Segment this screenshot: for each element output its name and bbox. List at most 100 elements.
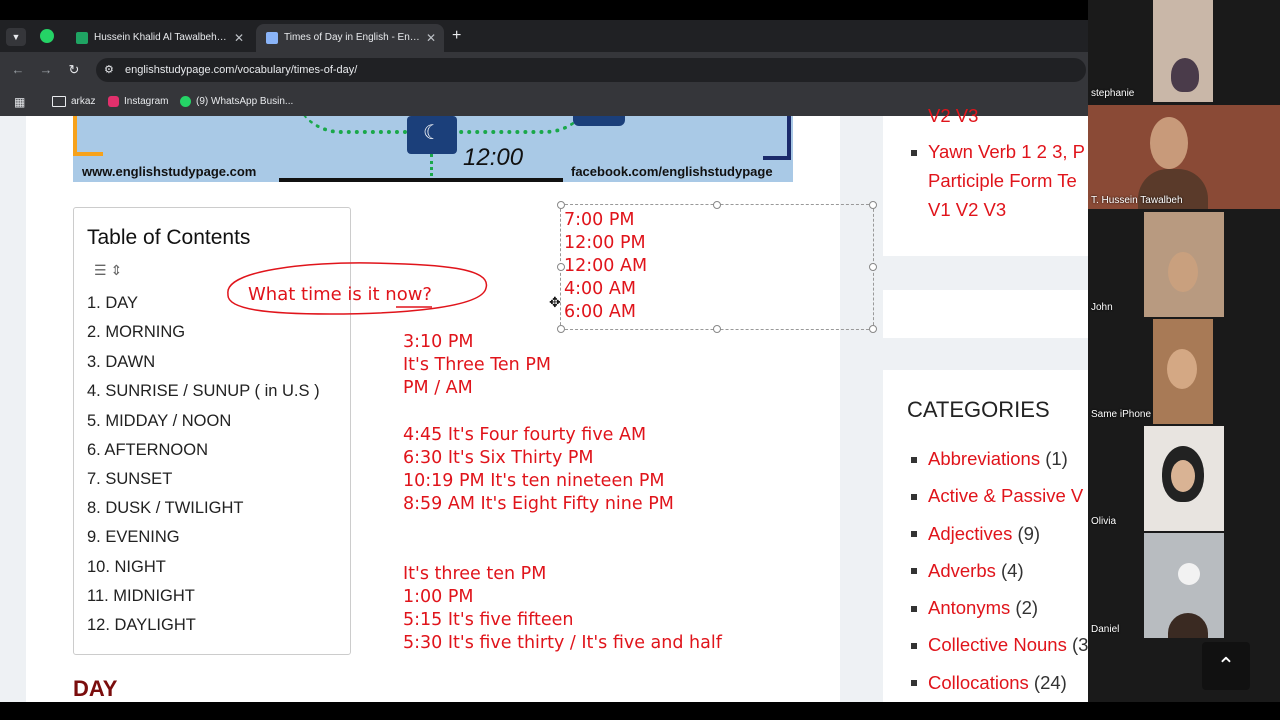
avatar: [1150, 117, 1188, 169]
resize-handle[interactable]: [557, 201, 565, 209]
resize-handle[interactable]: [557, 325, 565, 333]
close-tab-icon[interactable]: ✕: [426, 24, 436, 52]
bookmark-arkaz[interactable]: arkaz: [52, 88, 95, 116]
avatar: [1167, 349, 1197, 389]
resize-handle[interactable]: [713, 201, 721, 209]
banner-facebook: facebook.com/englishstudypage: [571, 164, 773, 179]
participant-tile[interactable]: [1153, 319, 1213, 424]
bullet: [911, 494, 917, 500]
site-info-icon[interactable]: ⚙: [104, 58, 114, 82]
tab-spreadsheet[interactable]: Hussein Khalid Al Tawalbeh - Go ✕: [66, 24, 252, 52]
whatsapp-icon: [180, 95, 191, 107]
resize-handle[interactable]: [869, 263, 877, 271]
participant-tile[interactable]: [1144, 212, 1224, 317]
note-line: PM / AM: [403, 378, 473, 398]
url-text: englishstudypage.com/vocabulary/times-of…: [125, 64, 358, 76]
clock-icon: [573, 116, 625, 126]
new-tab-button[interactable]: +: [452, 27, 461, 45]
participant-tile[interactable]: [1153, 0, 1213, 102]
category-link[interactable]: Active & Passive V: [928, 485, 1083, 507]
back-icon[interactable]: ←: [8, 60, 28, 80]
avatar: [1168, 613, 1208, 638]
sidebar-widget: [883, 290, 1088, 338]
section-heading-day: DAY: [73, 676, 118, 701]
bookmark-instagram[interactable]: Instagram: [108, 88, 168, 116]
toc-item-day[interactable]: 1. DAY: [87, 294, 138, 313]
page-icon: [266, 32, 278, 44]
bullet: [911, 606, 917, 612]
category-link[interactable]: Adjectives (9): [928, 523, 1040, 545]
note-line: 6:30 It's Six Thirty PM: [403, 448, 594, 468]
whatsapp-pinned-tab-icon[interactable]: [40, 29, 54, 43]
box-line: 12:00 AM: [564, 256, 648, 276]
close-tab-icon[interactable]: ✕: [234, 24, 244, 52]
related-link[interactable]: V1 V2 V3: [928, 199, 1006, 221]
category-link[interactable]: Abbreviations (1): [928, 448, 1068, 470]
bottom-bar: [0, 702, 1280, 720]
toc-item-sunrise[interactable]: 4. SUNRISE / SUNUP ( in U.S ): [87, 382, 320, 401]
reload-icon[interactable]: ↻: [64, 60, 84, 80]
toc-item-evening[interactable]: 9. EVENING: [87, 528, 180, 547]
related-link[interactable]: V2 V3: [928, 105, 978, 127]
note-line: 5:15 It's five fifteen: [403, 610, 574, 630]
participant-tile-active[interactable]: [1088, 105, 1280, 209]
box-line: 4:00 AM: [564, 279, 636, 299]
categories-title: CATEGORIES: [907, 397, 1050, 422]
related-link[interactable]: Yawn Verb 1 2 3, P: [928, 141, 1085, 163]
address-bar[interactable]: ⚙ englishstudypage.com/vocabulary/times-…: [96, 58, 1086, 82]
category-link[interactable]: Collective Nouns (3): [928, 634, 1088, 656]
resize-handle[interactable]: [869, 325, 877, 333]
tab-bar: ▼ Hussein Khalid Al Tawalbeh - Go ✕ Time…: [0, 0, 1088, 52]
avatar: [1171, 58, 1199, 92]
bullet: [911, 150, 917, 156]
resize-handle[interactable]: [713, 325, 721, 333]
note-line: 5:30 It's five thirty / It's five and ha…: [403, 633, 722, 653]
folder-icon: [52, 95, 66, 107]
participant-name: T. Hussein Tawalbeh: [1091, 195, 1183, 206]
note-line: It's Three Ten PM: [403, 355, 551, 375]
bullet: [911, 457, 917, 463]
banner-time: 12:00: [463, 144, 524, 171]
bullet: [911, 680, 917, 686]
scroll-to-top-button[interactable]: ⌃: [1202, 642, 1250, 690]
orange-bracket: [73, 116, 103, 156]
bullet: [911, 643, 917, 649]
bullet: [911, 531, 917, 537]
toc-item-morning[interactable]: 2. MORNING: [87, 323, 185, 342]
avatar: [1171, 460, 1195, 492]
toc-item-dusk[interactable]: 8. DUSK / TWILIGHT: [87, 499, 243, 518]
participant-tile[interactable]: [1144, 533, 1224, 638]
toc-title: Table of Contents: [87, 226, 251, 249]
apps-icon[interactable]: ▦: [14, 88, 25, 116]
participant-name: Daniel: [1091, 624, 1120, 635]
related-link[interactable]: Participle Form Te: [928, 170, 1077, 192]
bullet: [911, 568, 917, 574]
avatar: [1178, 563, 1200, 585]
toc-toggle-icon[interactable]: ☰ ⇕: [94, 262, 122, 279]
tab-search-button[interactable]: ▼: [6, 28, 26, 46]
bookmark-whatsapp[interactable]: (9) WhatsApp Busin...: [180, 88, 293, 116]
resize-handle[interactable]: [869, 201, 877, 209]
toc-item-midnight[interactable]: 11. MIDNIGHT: [87, 587, 195, 606]
banner-image: ☾ 12:00 www.englishstudypage.com faceboo…: [73, 116, 793, 182]
category-link[interactable]: Collocations (24): [928, 672, 1067, 694]
participant-tile[interactable]: [1144, 426, 1224, 531]
toc-item-sunset[interactable]: 7. SUNSET: [87, 470, 172, 489]
toc-item-midday[interactable]: 5. MIDDAY / NOON: [87, 412, 231, 431]
move-cursor-icon[interactable]: ✥: [549, 294, 561, 311]
toc-item-night[interactable]: 10. NIGHT: [87, 558, 166, 577]
instagram-icon: [108, 95, 119, 107]
box-line: 12:00 PM: [564, 233, 646, 253]
tab-times-of-day[interactable]: Times of Day in English - English ✕: [256, 24, 444, 52]
video-call-panel: stephanie T. Hussein Tawalbeh John Same …: [1088, 0, 1280, 702]
bookmarks-bar: ▦ arkaz Instagram (9) WhatsApp Busin...: [0, 88, 1088, 116]
category-link[interactable]: Adverbs (4): [928, 560, 1024, 582]
toc-item-dawn[interactable]: 3. DAWN: [87, 353, 155, 372]
related-posts-box: V2 V3 Yawn Verb 1 2 3, P Participle Form…: [883, 105, 1088, 256]
toc-item-daylight[interactable]: 12. DAYLIGHT: [87, 616, 196, 635]
forward-icon[interactable]: →: [36, 60, 56, 80]
toc-item-afternoon[interactable]: 6. AFTERNOON: [87, 441, 208, 460]
participant-name: John: [1091, 302, 1113, 313]
participant-name: stephanie: [1091, 88, 1135, 99]
category-link[interactable]: Antonyms (2): [928, 597, 1038, 619]
